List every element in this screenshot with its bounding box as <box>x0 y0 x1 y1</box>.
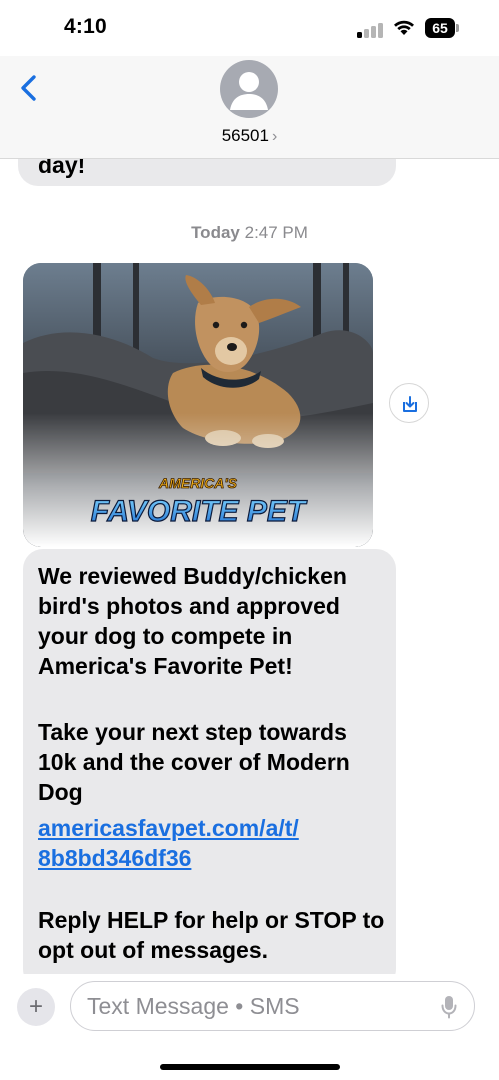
avatar-icon <box>230 72 268 110</box>
home-indicator <box>160 1064 340 1070</box>
logo-line2: FAVORITE PET <box>91 495 308 528</box>
battery-percentage: 65 <box>432 20 448 36</box>
plus-icon: + <box>28 993 43 1020</box>
signal-icon <box>357 22 385 38</box>
avatar[interactable] <box>220 60 278 118</box>
save-attachment-button[interactable] <box>389 383 429 423</box>
message-input-field[interactable] <box>70 981 475 1031</box>
back-chevron-icon <box>21 75 36 101</box>
back-button[interactable] <box>14 70 46 106</box>
previous-message-text: day! <box>38 159 86 178</box>
contact-number: 56501 <box>221 126 269 145</box>
link-line: americasfavpet.com/a/t/ <box>38 815 299 841</box>
dog-photo: AMERICA'S FAVORITE PET <box>23 263 373 547</box>
plus-button[interactable]: + <box>17 988 55 1026</box>
image-attachment[interactable]: AMERICA'S FAVORITE PET <box>23 263 373 547</box>
save-icon <box>403 396 417 412</box>
message-input[interactable] <box>85 990 419 1022</box>
status-time: 4:10 <box>64 15 107 38</box>
status-bar: 4:10 65 <box>0 0 499 56</box>
message-paragraph: Take your next step towards 10k and the … <box>38 719 350 805</box>
link-line: 8b8bd346df36 <box>38 845 192 871</box>
timestamp-time: 2:47 PM <box>244 223 308 242</box>
timestamp-day: Today <box>191 223 240 242</box>
message-link[interactable]: americasfavpet.com/a/t/ 8b8bd346df36 <box>38 813 299 873</box>
conversation-header: 56501 › <box>0 56 499 159</box>
battery-icon: 65 <box>425 18 459 38</box>
mic-icon[interactable] <box>441 995 457 1019</box>
contact-chevron-icon: › <box>271 128 278 145</box>
message-thread[interactable]: day! Today 2:47 PM AMERICA'S FAVORITE PE… <box>0 159 499 974</box>
wifi-icon <box>394 20 414 35</box>
message-paragraph: Reply HELP for help or STOP to opt out o… <box>38 907 385 963</box>
logo-line1: AMERICA'S <box>158 475 238 491</box>
message-timestamp: Today 2:47 PM <box>0 223 499 243</box>
message-paragraph: We reviewed Buddy/chicken bird's photos … <box>38 563 347 679</box>
contact-name[interactable]: 56501 › <box>0 126 499 146</box>
compose-bar: + <box>0 974 499 1080</box>
